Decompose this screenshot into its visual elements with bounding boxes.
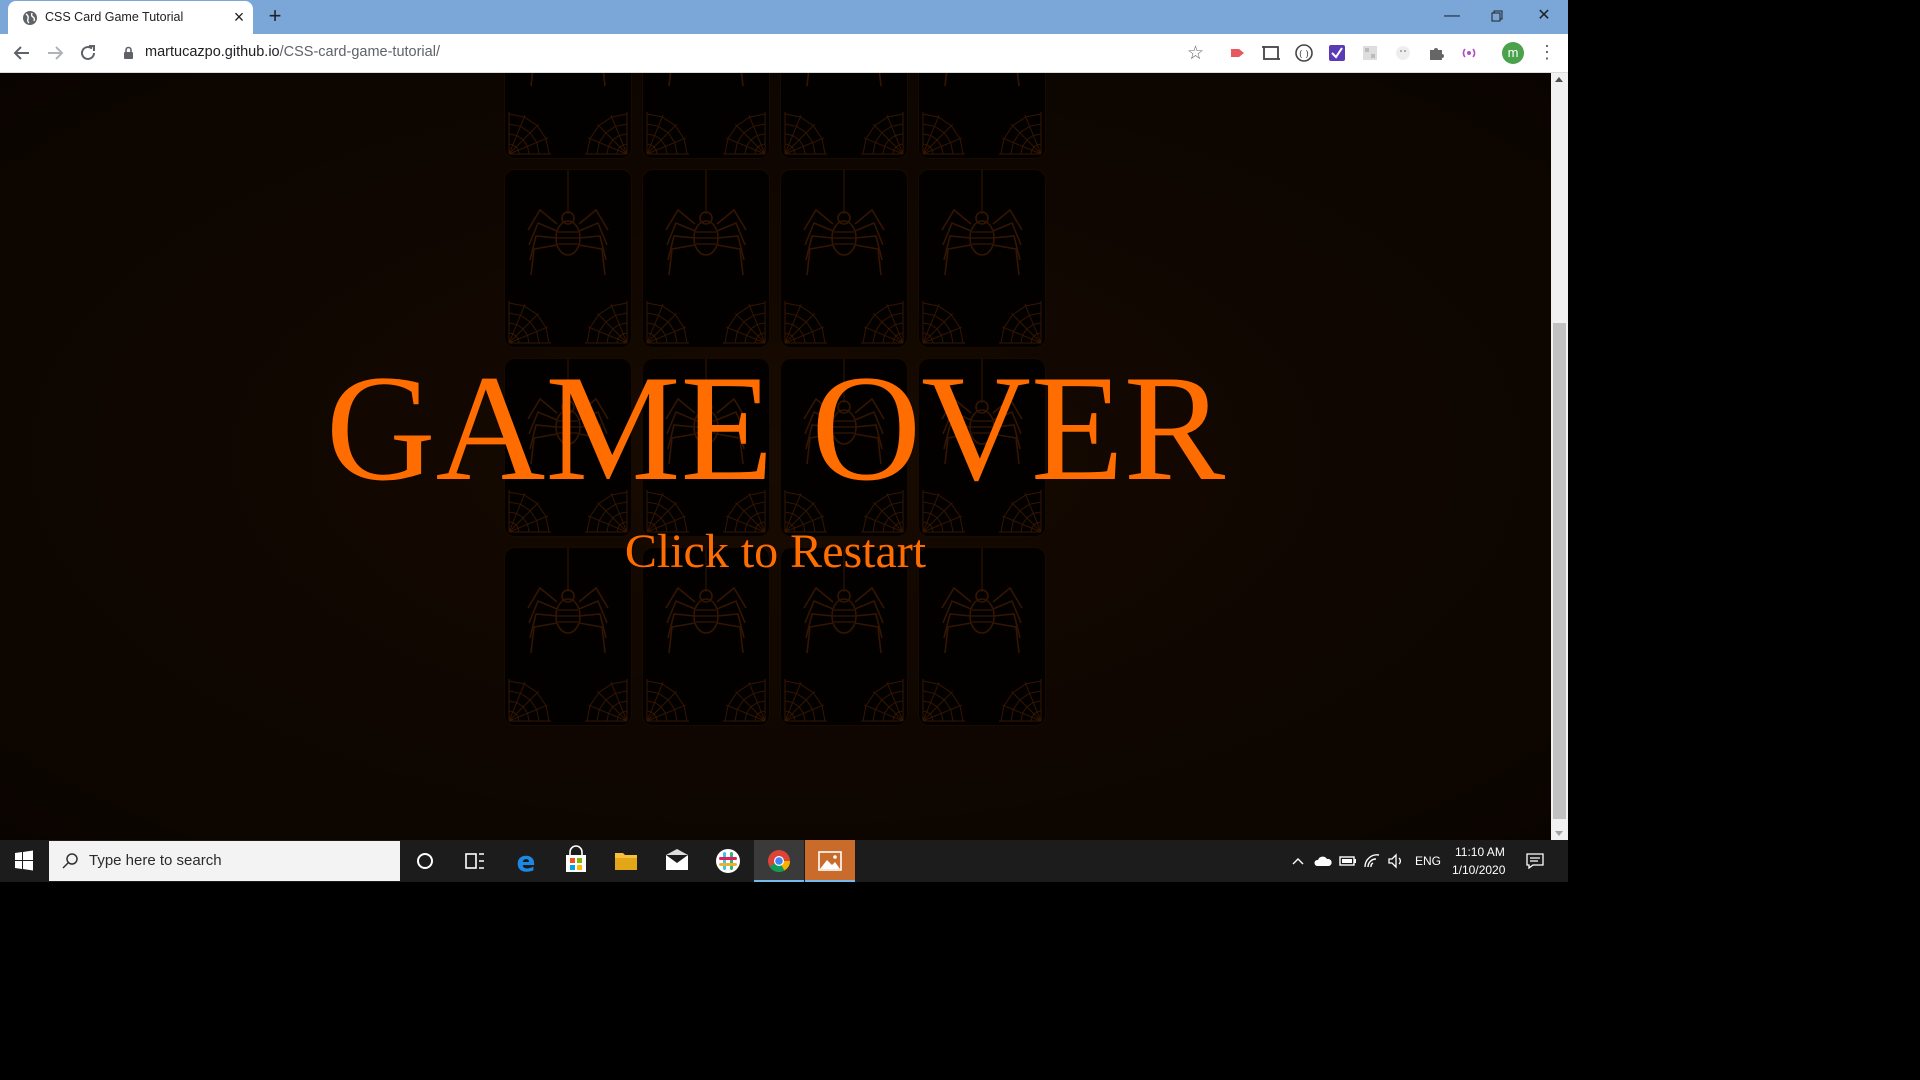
scroll-up-arrow-icon[interactable] — [1555, 77, 1563, 82]
store-icon[interactable] — [551, 840, 601, 882]
new-tab-button[interactable]: + — [262, 5, 288, 29]
checkbox-extension-icon[interactable] — [1327, 43, 1347, 63]
volume-icon[interactable] — [1386, 852, 1406, 870]
chrome-taskbar-button[interactable] — [754, 840, 804, 882]
photos-icon — [818, 851, 842, 871]
game-over-title: GAME OVER — [325, 344, 1226, 512]
battery-icon[interactable] — [1338, 853, 1358, 869]
extension-arrow-icon[interactable] — [1228, 43, 1248, 63]
url-path: /CSS-card-game-tutorial/ — [279, 44, 440, 60]
file-explorer-icon[interactable] — [601, 840, 651, 882]
search-icon — [62, 853, 78, 869]
url-text[interactable]: martucazpo.github.io/CSS-card-game-tutor… — [145, 44, 440, 60]
screenshot-extension-icon[interactable] — [1261, 43, 1281, 63]
browser-tab[interactable]: CSS Card Game Tutorial × — [8, 1, 253, 34]
lock-icon[interactable] — [123, 46, 134, 60]
clock-time[interactable]: 11:10 AM — [1455, 845, 1505, 859]
broadcast-extension-icon[interactable] — [1459, 43, 1479, 63]
search-placeholder: Type here to search — [89, 852, 222, 869]
svg-text:( ): ( ) — [1299, 50, 1309, 60]
face-extension-icon[interactable] — [1393, 43, 1413, 63]
task-view-icon[interactable] — [450, 840, 500, 882]
code-extension-icon[interactable]: ( ) — [1294, 43, 1314, 63]
onedrive-cloud-icon[interactable] — [1313, 853, 1333, 869]
close-window-button[interactable]: ✕ — [1524, 4, 1564, 28]
tab-title: CSS Card Game Tutorial — [45, 10, 184, 24]
puzzle-extensions-icon[interactable] — [1426, 43, 1446, 63]
notifications-icon[interactable] — [1525, 852, 1545, 870]
svg-text:e: e — [517, 845, 536, 878]
close-tab-icon[interactable]: × — [230, 8, 248, 26]
scrollbar-thumb[interactable] — [1553, 323, 1566, 819]
restore-icon — [1491, 10, 1503, 22]
cortana-icon[interactable] — [400, 840, 450, 882]
mail-icon[interactable] — [652, 840, 702, 882]
reload-icon[interactable] — [77, 42, 99, 64]
game-over-overlay[interactable]: GAME OVER Click to Restart — [0, 73, 1551, 840]
minimize-button[interactable]: — — [1432, 4, 1472, 28]
globe-icon — [23, 11, 37, 25]
chevron-up-icon[interactable] — [1290, 853, 1306, 869]
edge-browser-icon[interactable]: e — [501, 840, 551, 882]
profile-avatar[interactable]: m — [1502, 42, 1524, 64]
url-host: martucazpo.github.io — [145, 44, 280, 60]
photos-taskbar-button[interactable] — [805, 840, 855, 882]
clock-date[interactable]: 1/10/2020 — [1452, 863, 1505, 877]
back-icon[interactable] — [11, 42, 33, 64]
grid-extension-icon[interactable] — [1360, 43, 1380, 63]
slack-icon[interactable] — [703, 840, 753, 882]
active-indicator — [805, 880, 855, 882]
scroll-down-arrow-icon[interactable] — [1555, 831, 1563, 836]
address-bar[interactable]: martucazpo.github.io/CSS-card-game-tutor… — [112, 39, 1218, 67]
page-scrollbar[interactable] — [1551, 73, 1568, 840]
browser-titlebar: CSS Card Game Tutorial × + — ✕ — [0, 0, 1568, 34]
wifi-icon[interactable] — [1362, 852, 1382, 870]
game-page: GAME OVER Click to Restart — [0, 73, 1551, 840]
restart-prompt[interactable]: Click to Restart — [0, 525, 1551, 579]
browser-toolbar: martucazpo.github.io/CSS-card-game-tutor… — [0, 34, 1568, 73]
menu-dots-icon[interactable]: ⋮ — [1538, 43, 1556, 61]
bookmark-star-icon[interactable]: ☆ — [1187, 42, 1204, 65]
restore-button[interactable] — [1477, 4, 1517, 28]
active-indicator — [754, 880, 804, 882]
windows-start-icon[interactable] — [0, 840, 48, 882]
language-indicator[interactable]: ENG — [1415, 854, 1441, 868]
taskbar-search-box[interactable]: Type here to search — [49, 841, 400, 881]
windows-taskbar: Type here to search e ENG 11:10 AM 1/10/… — [0, 840, 1568, 882]
forward-icon[interactable] — [44, 42, 66, 64]
chrome-icon — [768, 850, 790, 872]
